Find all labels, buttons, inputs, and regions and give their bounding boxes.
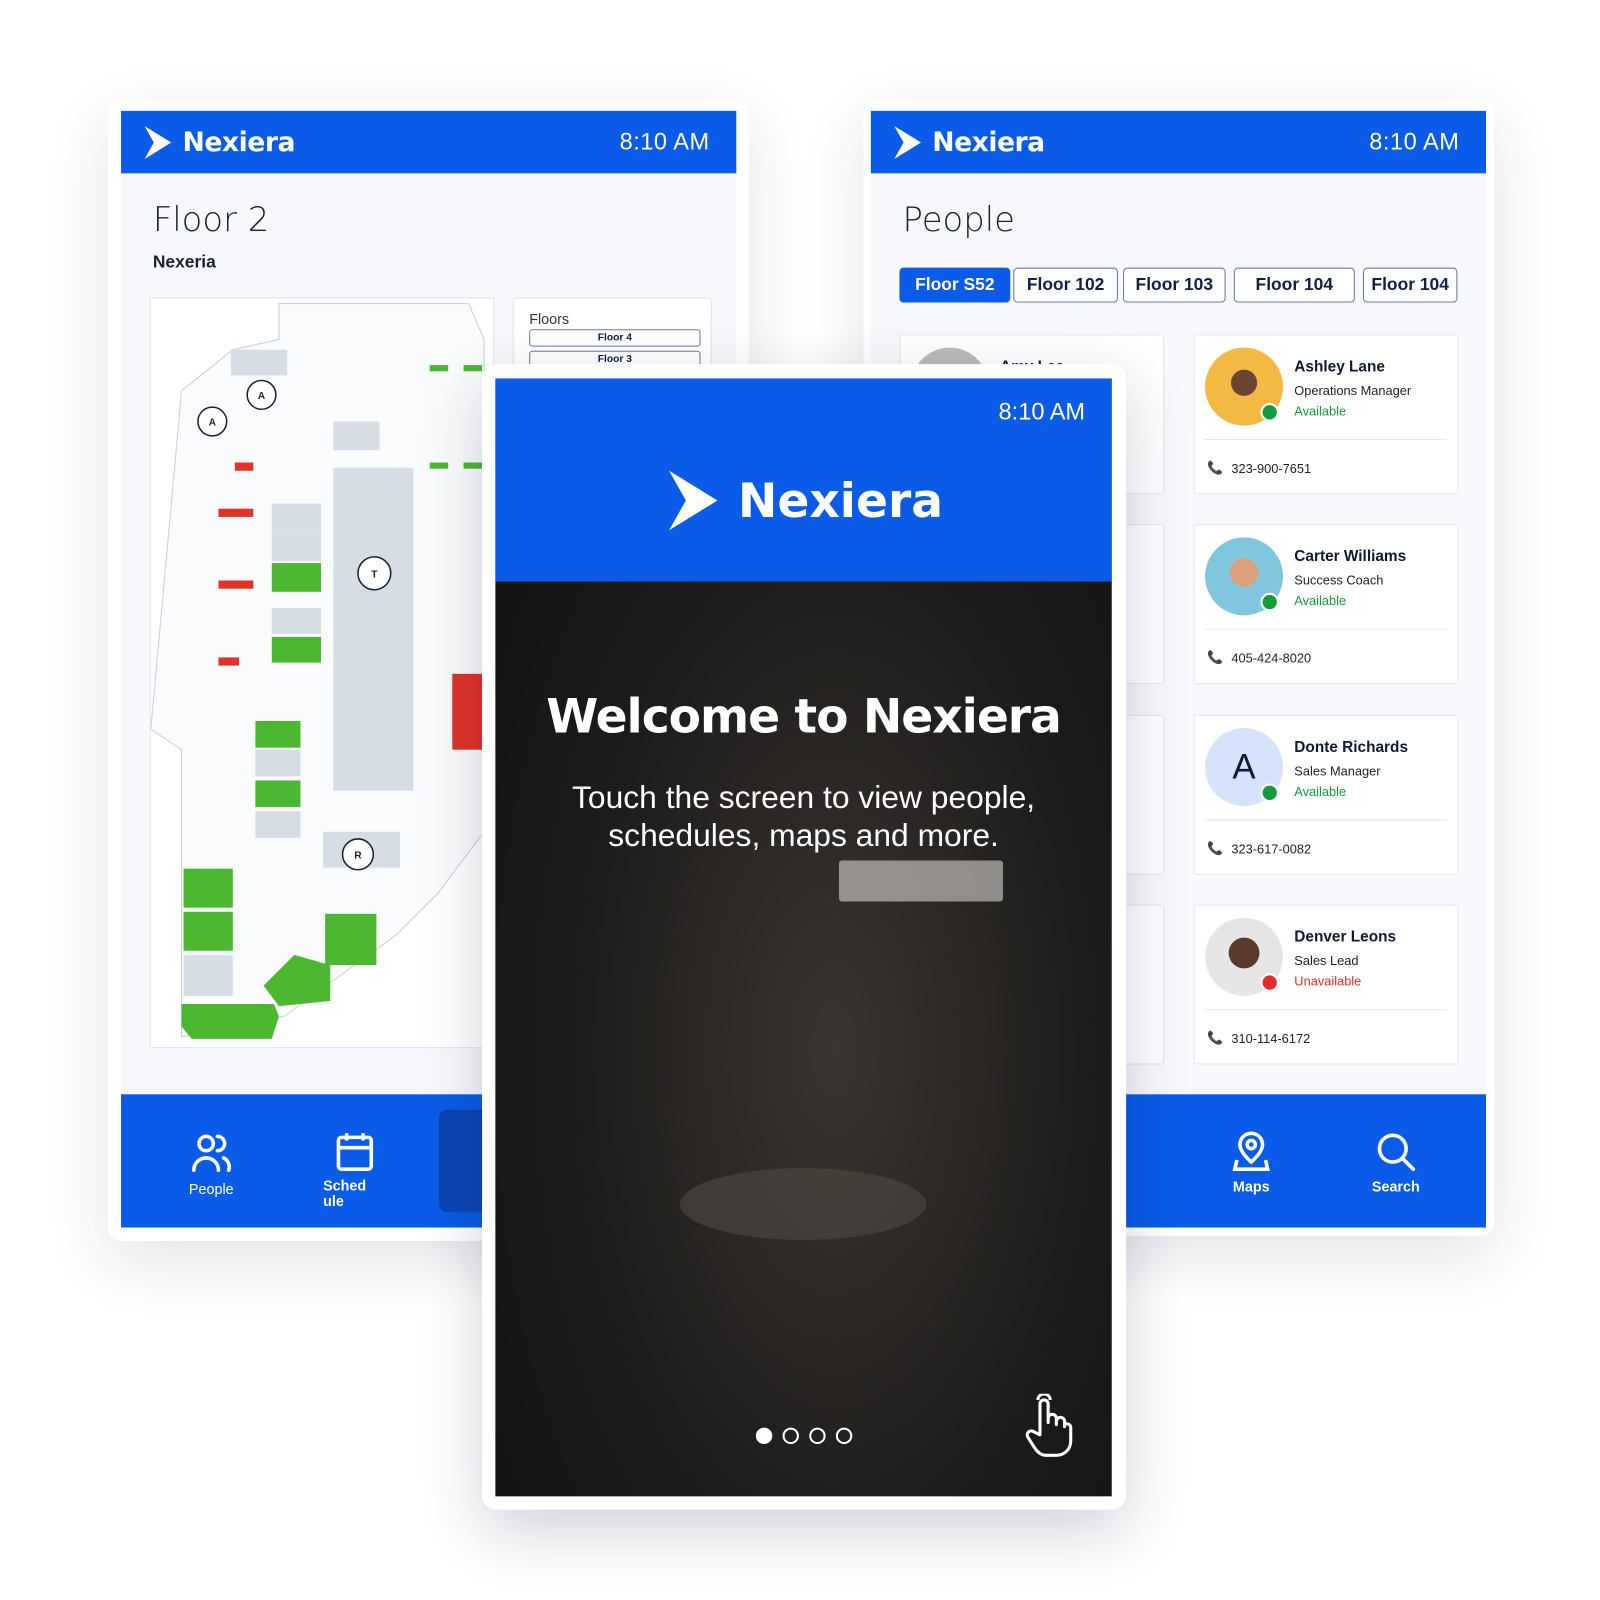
person-status: Unavailable xyxy=(1294,974,1362,989)
person-card[interactable]: A Donte Richards Sales Manager Available 📞… xyxy=(1193,714,1459,875)
person-name: Donte Richards xyxy=(1294,738,1409,756)
status-dot xyxy=(1260,783,1279,803)
person-role: Sales Manager xyxy=(1294,764,1381,779)
floor-plan-drawing: A A T R xyxy=(150,303,486,1039)
svg-text:A: A xyxy=(258,391,266,402)
nav-label: Search xyxy=(1371,1178,1420,1195)
subtitle-line: Touch the screen to view people, xyxy=(572,779,1036,816)
status-dot xyxy=(1260,403,1279,422)
divider xyxy=(1205,438,1448,440)
divider xyxy=(1205,628,1448,630)
brand-logo: Nexiera xyxy=(495,467,1111,535)
clock: 8:10 AM xyxy=(1369,128,1460,155)
welcome-subtitle: Touch the screen to view people, schedule… xyxy=(495,778,1111,854)
person-phone: 📞 405-424-8020 xyxy=(1207,650,1311,665)
nav-schedule[interactable]: Schedule xyxy=(309,1131,374,1210)
phone-icon: 📞 xyxy=(1207,650,1224,665)
page-title: Floor 2 xyxy=(152,198,270,239)
person-status: Available xyxy=(1294,784,1347,799)
person-status: Available xyxy=(1294,404,1347,419)
svg-text:R: R xyxy=(354,850,362,861)
status-dot xyxy=(1260,592,1279,612)
floor-option[interactable]: Floor 4 xyxy=(529,329,701,347)
people-icon xyxy=(192,1134,231,1173)
person-phone: 📞 323-900-7651 xyxy=(1207,460,1311,475)
nav-label: Schedule xyxy=(323,1177,367,1210)
person-name: Denver Leons xyxy=(1294,928,1397,946)
nav-maps[interactable]: Maps xyxy=(1205,1131,1297,1195)
nexiera-logo-icon xyxy=(669,470,718,531)
person-phone: 📞 310-114-6172 xyxy=(1207,1031,1310,1046)
welcome-header: 8:10 AM Nexiera xyxy=(495,378,1112,582)
person-name: Ashley Lane xyxy=(1294,357,1385,376)
floor-map[interactable]: A A T R xyxy=(149,297,495,1049)
subtitle-line: schedules, maps and more. xyxy=(608,817,999,854)
clock: 8:10 AM xyxy=(998,397,1086,425)
phone-number: 310-114-6172 xyxy=(1231,1031,1311,1046)
divider xyxy=(1205,1009,1448,1011)
phone-number: 405-424-8020 xyxy=(1231,650,1312,666)
phone-number: 323-900-7651 xyxy=(1231,461,1312,476)
nexiera-logo-icon xyxy=(894,126,921,159)
brand-name: Nexiera xyxy=(737,472,944,529)
nav-search[interactable]: Search xyxy=(1350,1131,1442,1195)
person-card[interactable]: Denver Leons Sales Lead Unavailable 📞 310-1… xyxy=(1193,904,1459,1065)
svg-text:A: A xyxy=(209,418,217,429)
person-card[interactable]: Ashley Lane Operations Manager Available 📞… xyxy=(1193,334,1459,495)
carousel-dot[interactable] xyxy=(835,1427,853,1445)
nav-label: Maps xyxy=(1232,1178,1270,1195)
search-icon xyxy=(1377,1133,1416,1171)
carousel-dots xyxy=(755,1427,853,1445)
map-pin-icon xyxy=(1232,1131,1270,1171)
person-phone: 📞 323-617-0082 xyxy=(1207,841,1311,856)
background-photo-ac xyxy=(838,860,1004,902)
brand-name: Nexiera xyxy=(932,127,1045,158)
person-role: Sales Lead xyxy=(1294,953,1359,969)
welcome-device: 8:10 AM Nexiera Welcome to Nexiera Touch… xyxy=(482,364,1127,1510)
app-header: Nexiera 8:10 AM xyxy=(121,110,737,174)
calendar-icon xyxy=(336,1133,374,1171)
page-title: People xyxy=(902,198,1015,239)
building-name: Nexeria xyxy=(152,252,216,272)
nav-people[interactable]: People xyxy=(165,1131,257,1197)
welcome-screen[interactable]: 8:10 AM Nexiera Welcome to Nexiera Touch… xyxy=(495,378,1112,1497)
tab-floor-102[interactable]: Floor 102 xyxy=(1013,267,1118,303)
tab-floor-s52[interactable]: Floor S52 xyxy=(899,267,1011,303)
nexiera-logo-icon xyxy=(144,126,172,159)
tab-floor-103[interactable]: Floor 103 xyxy=(1123,267,1226,303)
divider xyxy=(1205,819,1448,821)
nav-label: People xyxy=(188,1180,234,1197)
carousel-dot[interactable] xyxy=(782,1427,799,1445)
status-dot xyxy=(1260,973,1279,992)
carousel-dot-active[interactable] xyxy=(755,1427,773,1445)
person-role: Operations Manager xyxy=(1294,383,1412,398)
person-name: Carter Williams xyxy=(1294,547,1407,566)
carousel-dot[interactable] xyxy=(809,1427,826,1445)
floors-label: Floors xyxy=(529,310,570,328)
person-status: Available xyxy=(1294,593,1347,609)
brand-name: Nexiera xyxy=(182,127,296,158)
phone-icon: 📞 xyxy=(1207,460,1224,475)
svg-text:T: T xyxy=(371,569,378,580)
brand-logo: Nexiera xyxy=(142,124,295,161)
person-role: Success Coach xyxy=(1294,573,1384,588)
tab-floor-104b[interactable]: Floor 104 xyxy=(1363,267,1458,303)
phone-icon: 📞 xyxy=(1207,840,1224,856)
person-card[interactable]: Carter Williams Success Coach Available 📞 4… xyxy=(1193,524,1459,685)
background-photo-table xyxy=(679,1168,927,1240)
tab-floor-104[interactable]: Floor 104 xyxy=(1233,267,1355,303)
phone-number: 323-617-0082 xyxy=(1231,841,1312,856)
clock: 8:10 AM xyxy=(619,128,710,155)
brand-logo: Nexiera xyxy=(891,124,1045,161)
welcome-title: Welcome to Nexiera xyxy=(546,688,1062,744)
tap-hand-icon xyxy=(1025,1393,1073,1457)
room xyxy=(333,467,414,791)
phone-icon: 📞 xyxy=(1207,1030,1224,1046)
app-header: Nexiera 8:10 AM xyxy=(870,110,1487,174)
